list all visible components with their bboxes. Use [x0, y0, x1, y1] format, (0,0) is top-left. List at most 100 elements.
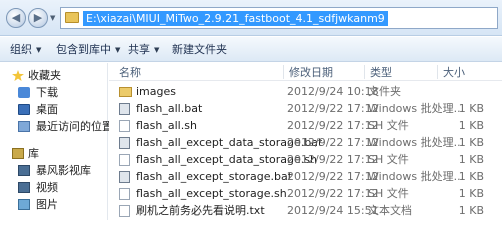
sh-file-icon: [119, 120, 130, 132]
file-date: 2012/9/24 10:18: [287, 85, 379, 98]
nav-item-recent[interactable]: 最近访问的位置: [0, 118, 113, 135]
file-row[interactable]: images 2012/9/24 10:18 文件夹: [109, 83, 502, 100]
share-button[interactable]: 共享 ▼: [128, 42, 159, 57]
file-size: 1 KB: [458, 187, 484, 200]
file-type: Windows 批处理...: [368, 136, 465, 149]
file-size: 1 KB: [458, 119, 484, 132]
file-name: flash_all.sh: [136, 119, 197, 132]
column-divider[interactable]: [283, 65, 284, 79]
column-divider[interactable]: [364, 65, 365, 79]
file-name: flash_all_except_storage.sh: [136, 187, 287, 200]
share-label: 共享: [128, 43, 150, 56]
column-header-name[interactable]: 名称: [119, 66, 141, 79]
file-type: SH 文件: [368, 119, 409, 132]
desktop-icon: [18, 104, 30, 115]
address-field[interactable]: E:\xiazai\MIUI_MiTwo_2.9.21_fastboot_4.1…: [60, 7, 498, 29]
navigation-pane: 收藏夹 下载 桌面 最近访问的位置 库 暴风影视库 视频 图片: [0, 63, 113, 220]
nav-item-label: 最近访问的位置: [36, 120, 113, 133]
command-toolbar: 组织 ▼ 包含到库中 ▼ 共享 ▼ 新建文件夹: [0, 37, 502, 62]
bat-file-icon: [119, 103, 130, 115]
file-size: 1 KB: [458, 204, 484, 217]
back-button[interactable]: ◀: [6, 8, 26, 28]
library-icon: [12, 148, 24, 159]
file-size: 1 KB: [458, 136, 484, 149]
file-row[interactable]: flash_all_except_data_storage.bat 2012/9…: [109, 134, 502, 151]
video-library-icon: [18, 165, 30, 176]
nav-item-videos[interactable]: 视频: [0, 179, 108, 196]
column-header-size[interactable]: 大小: [443, 66, 465, 79]
nav-item-pictures[interactable]: 图片: [0, 196, 108, 213]
file-date: 2012/9/22 17:12: [287, 136, 379, 149]
txt-file-icon: [119, 205, 130, 217]
forward-arrow-icon: ▶: [33, 11, 43, 24]
file-date: 2012/9/22 17:12: [287, 119, 379, 132]
file-row[interactable]: 刷机之前务必先看说明.txt 2012/9/24 15:51 文本文档 1 KB: [109, 202, 502, 219]
sh-file-icon: [119, 188, 130, 200]
file-type: Windows 批处理...: [368, 170, 465, 183]
bat-file-icon: [119, 171, 130, 183]
file-row[interactable]: flash_all_except_storage.bat 2012/9/22 1…: [109, 168, 502, 185]
back-arrow-icon: ◀: [11, 11, 21, 24]
nav-item-downloads[interactable]: 下载: [0, 84, 108, 101]
file-row[interactable]: flash_all_except_storage.sh 2012/9/22 17…: [109, 185, 502, 202]
file-row[interactable]: flash_all.bat 2012/9/22 17:12 Windows 批处…: [109, 100, 502, 117]
file-type: 文本文档: [368, 204, 412, 217]
organize-label: 组织: [10, 43, 32, 56]
file-type: 文件夹: [368, 85, 401, 98]
file-date: 2012/9/22 17:12: [287, 153, 379, 166]
chevron-down-icon: ▼: [154, 46, 160, 54]
new-folder-label: 新建文件夹: [172, 43, 227, 56]
file-name: images: [136, 85, 176, 98]
file-name: 刷机之前务必先看说明.txt: [136, 204, 265, 217]
videos-icon: [18, 182, 30, 193]
address-bar-row: ◀ ▶ ▼ E:\xiazai\MIUI_MiTwo_2.9.21_fastbo…: [0, 0, 502, 36]
include-in-library-button[interactable]: 包含到库中 ▼: [56, 42, 120, 57]
nav-item-label: 视频: [36, 181, 58, 194]
file-type: SH 文件: [368, 187, 409, 200]
file-name: flash_all.bat: [136, 102, 203, 115]
file-size: 1 KB: [458, 153, 484, 166]
column-header-row: 名称 修改日期 类型 大小: [109, 63, 502, 81]
nav-item-label: 库: [28, 147, 39, 160]
folder-icon: [65, 12, 79, 23]
column-header-type[interactable]: 类型: [370, 66, 392, 79]
nav-item-storm-video[interactable]: 暴风影视库: [0, 162, 108, 179]
file-type: Windows 批处理...: [368, 102, 465, 115]
file-type: SH 文件: [368, 153, 409, 166]
pictures-icon: [18, 199, 30, 210]
include-in-library-label: 包含到库中: [56, 43, 111, 56]
folder-icon: [119, 87, 132, 97]
file-row[interactable]: flash_all_except_data_storage.sh 2012/9/…: [109, 151, 502, 168]
download-folder-icon: [18, 87, 30, 98]
history-dropdown-icon[interactable]: ▼: [50, 14, 58, 22]
file-size: 1 KB: [458, 170, 484, 183]
chevron-down-icon: ▼: [115, 46, 121, 54]
forward-button[interactable]: ▶: [28, 8, 48, 28]
file-date: 2012/9/24 15:51: [287, 204, 379, 217]
file-list: 名称 修改日期 类型 大小 images 2012/9/24 10:18 文件夹…: [109, 63, 502, 220]
column-divider[interactable]: [437, 65, 438, 79]
file-date: 2012/9/22 17:12: [287, 102, 379, 115]
nav-item-favorites[interactable]: 收藏夹: [0, 67, 108, 84]
recent-places-icon: [18, 121, 30, 132]
nav-item-label: 桌面: [36, 103, 58, 116]
nav-item-label: 图片: [36, 198, 58, 211]
star-icon: [12, 70, 24, 81]
organize-button[interactable]: 组织 ▼: [10, 42, 41, 57]
nav-item-libraries[interactable]: 库: [0, 145, 108, 162]
sh-file-icon: [119, 154, 130, 166]
file-row[interactable]: flash_all.sh 2012/9/22 17:12 SH 文件 1 KB: [109, 117, 502, 134]
nav-item-label: 暴风影视库: [36, 164, 91, 177]
nav-item-label: 收藏夹: [28, 69, 61, 82]
bat-file-icon: [119, 137, 130, 149]
file-date: 2012/9/22 17:12: [287, 187, 379, 200]
chevron-down-icon: ▼: [36, 46, 42, 54]
column-header-date[interactable]: 修改日期: [289, 66, 333, 79]
file-name: flash_all_except_storage.bat: [136, 170, 293, 183]
file-date: 2012/9/22 17:12: [287, 170, 379, 183]
nav-item-desktop[interactable]: 桌面: [0, 101, 108, 118]
new-folder-button[interactable]: 新建文件夹: [172, 42, 227, 57]
file-size: 1 KB: [458, 102, 484, 115]
nav-item-label: 下载: [36, 86, 58, 99]
address-path-text[interactable]: E:\xiazai\MIUI_MiTwo_2.9.21_fastboot_4.1…: [83, 11, 388, 26]
